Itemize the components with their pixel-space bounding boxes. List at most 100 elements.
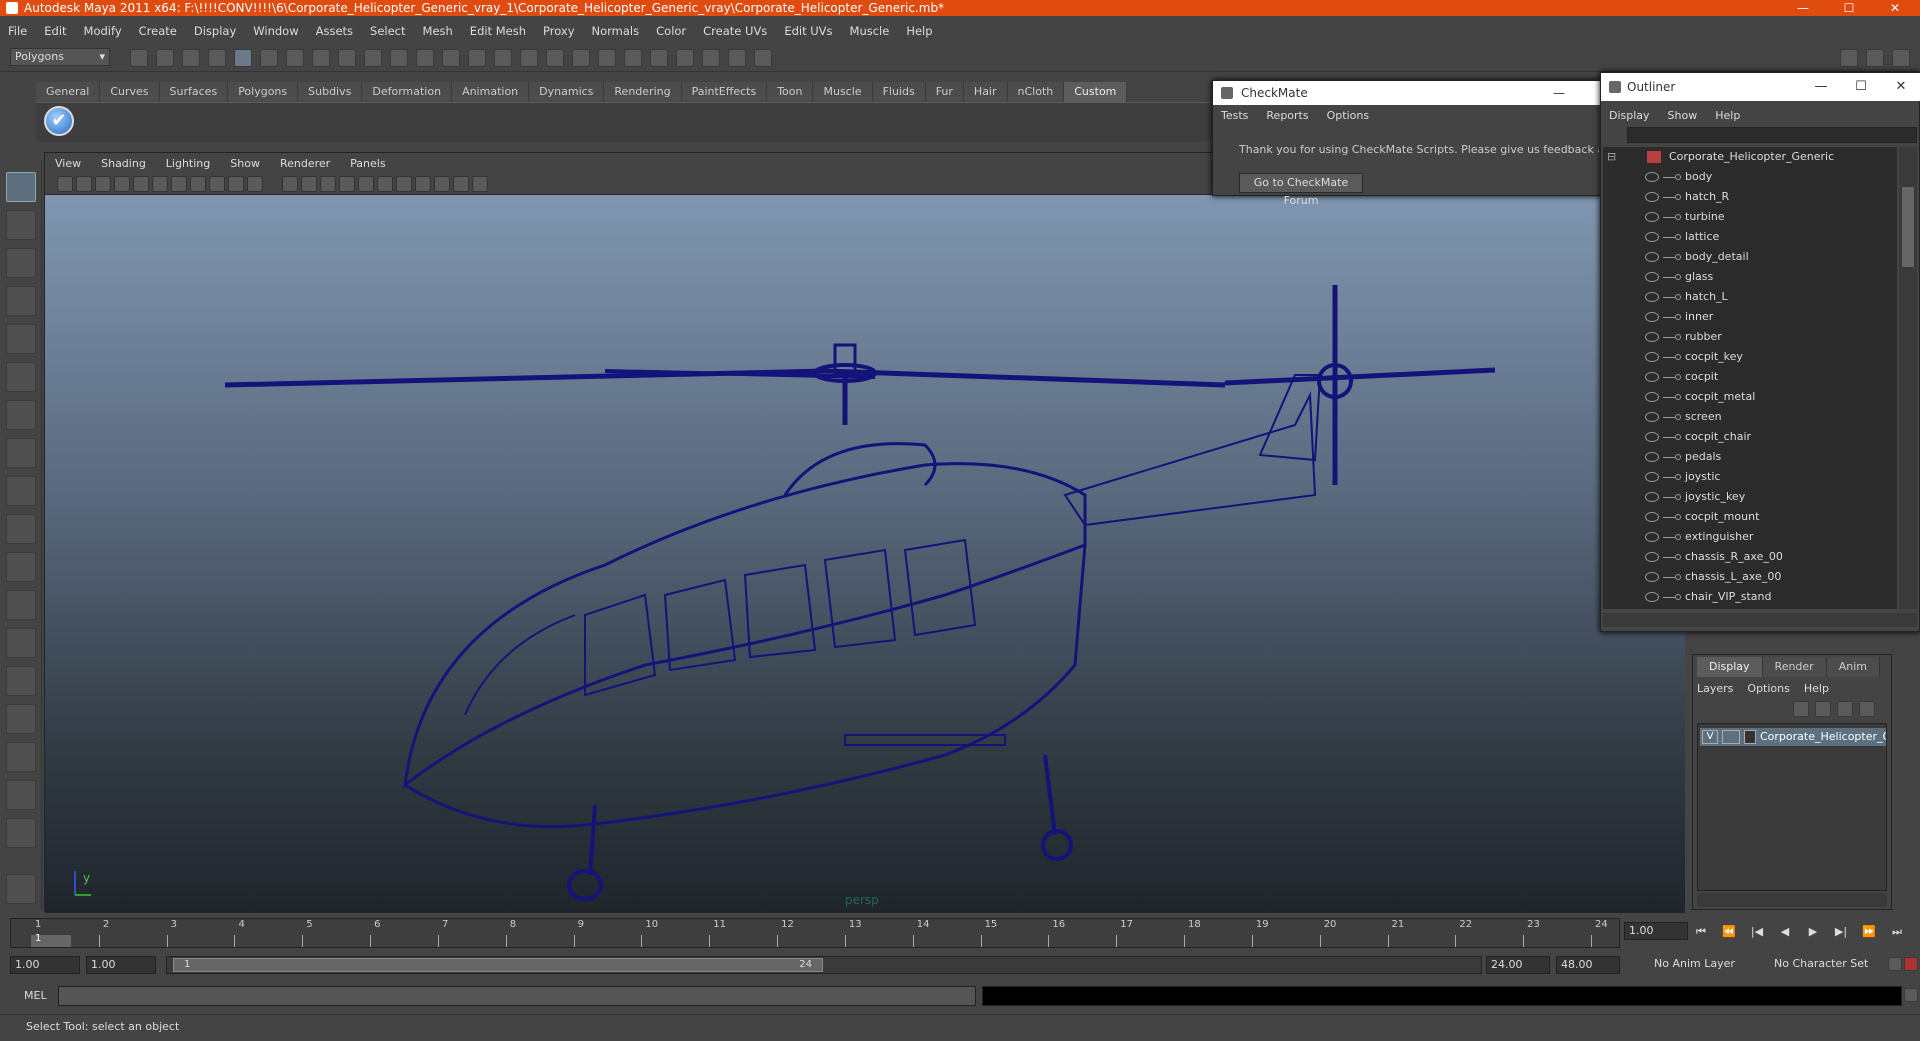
rotate-tool-icon[interactable]	[6, 324, 36, 354]
layer-new-icon[interactable]	[1815, 701, 1831, 717]
outliner-item[interactable]: lattice	[1603, 227, 1897, 247]
snap-point-icon[interactable]	[364, 49, 382, 67]
show-tool-settings-icon[interactable]	[702, 49, 720, 67]
command-input[interactable]	[58, 986, 976, 1006]
safe-title-icon[interactable]	[247, 176, 263, 192]
layer-menu-help[interactable]: Help	[1804, 682, 1829, 695]
outliner-pane-icon[interactable]	[6, 628, 36, 658]
viewport-menu-show[interactable]: Show	[230, 157, 260, 170]
shelf-tab-fluids[interactable]: Fluids	[872, 82, 926, 102]
key-icon[interactable]	[1888, 957, 1902, 971]
xray-icon[interactable]	[434, 176, 450, 192]
select-hierarchy-icon[interactable]	[208, 49, 226, 67]
checkmate-menu-tests[interactable]: Tests	[1221, 109, 1248, 122]
single-pane-icon[interactable]	[6, 552, 36, 582]
shelf-tab-rendering[interactable]: Rendering	[604, 82, 682, 102]
outliner-item[interactable]: screen	[1603, 407, 1897, 427]
outliner-menu-show[interactable]: Show	[1668, 109, 1698, 122]
shelf-tab-painteffects[interactable]: PaintEffects	[681, 82, 768, 102]
step-forward-frame-button[interactable]: ▶|	[1832, 924, 1850, 940]
menu-display[interactable]: Display	[194, 24, 236, 38]
show-manip-icon[interactable]	[6, 476, 36, 506]
menu-modify[interactable]: Modify	[84, 24, 122, 38]
wire-on-shaded-icon[interactable]	[339, 176, 355, 192]
backface-cull-icon[interactable]	[472, 176, 488, 192]
snap-plane-icon[interactable]	[390, 49, 408, 67]
scene-view[interactable]: y persp	[45, 195, 1685, 913]
field-chart-icon[interactable]	[209, 176, 225, 192]
viewport-menu-panels[interactable]: Panels	[350, 157, 385, 170]
menu-assets[interactable]: Assets	[316, 24, 353, 38]
shelf-tab-surfaces[interactable]: Surfaces	[159, 82, 229, 102]
anim-end-field[interactable]: 24.00	[1486, 956, 1550, 974]
maximize-button[interactable]: ☐	[1826, 0, 1872, 16]
construction-history-icon[interactable]	[520, 49, 538, 67]
snap-live-icon[interactable]	[416, 49, 434, 67]
render-view-icon[interactable]	[546, 49, 564, 67]
outliner-scrollbar[interactable]	[1899, 147, 1917, 609]
panel-layout-double-icon[interactable]	[1866, 49, 1884, 67]
anim-start-field[interactable]: 1.00	[86, 956, 156, 974]
range-slider-thumb[interactable]: 1 24	[173, 958, 823, 972]
outliner-item[interactable]: hatch_R	[1603, 187, 1897, 207]
show-layers-icon[interactable]	[754, 49, 772, 67]
persp-outliner-icon[interactable]	[6, 742, 36, 772]
xray-joints-icon[interactable]	[453, 176, 469, 192]
viewport-menu-renderer[interactable]: Renderer	[280, 157, 330, 170]
select-object-icon[interactable]	[234, 49, 252, 67]
output-ops-icon[interactable]	[494, 49, 512, 67]
menu-mesh[interactable]: Mesh	[423, 24, 453, 38]
layer-color-swatch[interactable]	[1744, 730, 1756, 744]
outliner-item[interactable]: chair_VIP_stand	[1603, 587, 1897, 607]
outliner-scroll-thumb[interactable]	[1902, 187, 1914, 267]
wireframe-icon[interactable]	[282, 176, 298, 192]
menu-create[interactable]: Create	[139, 24, 177, 38]
outliner-item[interactable]: rubber	[1603, 327, 1897, 347]
play-backwards-button[interactable]: ◀	[1776, 924, 1794, 940]
outliner-minimize-button[interactable]: —	[1801, 73, 1841, 101]
layer-hscrollbar[interactable]	[1697, 893, 1887, 907]
select-component-icon[interactable]	[260, 49, 278, 67]
layer-visibility-toggle[interactable]: V	[1702, 730, 1718, 744]
script-editor-icon[interactable]	[1904, 988, 1918, 1002]
outliner-item[interactable]: joystic_key	[1603, 487, 1897, 507]
lock-selection-icon[interactable]	[286, 49, 304, 67]
close-button[interactable]: ✕	[1872, 0, 1918, 16]
menu-normals[interactable]: Normals	[592, 24, 640, 38]
bookmark-icon[interactable]	[95, 176, 111, 192]
layer-add-selected-icon[interactable]	[1837, 701, 1853, 717]
anim-layer-select[interactable]: No Anim Layer	[1650, 956, 1760, 974]
collapse-icon[interactable]	[6, 818, 36, 848]
outliner-item[interactable]: inner	[1603, 307, 1897, 327]
shelf-tab-ncloth[interactable]: nCloth	[1007, 82, 1065, 102]
step-back-frame-button[interactable]: |◀	[1748, 924, 1766, 940]
menu-muscle[interactable]: Muscle	[850, 24, 890, 38]
hypergraph-pane-icon[interactable]	[6, 704, 36, 734]
scale-tool-icon[interactable]	[6, 362, 36, 392]
render-icon[interactable]	[572, 49, 590, 67]
outliner-item[interactable]: chassis_R_axe_00	[1603, 547, 1897, 567]
shelf-tab-hair[interactable]: Hair	[963, 82, 1008, 102]
time-slider[interactable]: 1 2 3 4 5 6 7 8 9 10 11 12 13 14 15 16 17 18 19 20 21 22 23 24 1	[10, 918, 1620, 948]
shelf-tab-dynamics[interactable]: Dynamics	[529, 82, 605, 102]
shadows-icon[interactable]	[396, 176, 412, 192]
minimize-button[interactable]: —	[1780, 0, 1826, 16]
snap-grid-icon[interactable]	[312, 49, 330, 67]
checkmate-menu-options[interactable]: Options	[1327, 109, 1369, 122]
outliner-window[interactable]: Outliner — ☐ ✕ Display Show Help ⊟ Corporat…	[1600, 72, 1920, 632]
show-attributes-icon[interactable]	[676, 49, 694, 67]
menu-edit[interactable]: Edit	[44, 24, 66, 38]
outliner-item[interactable]: glass	[1603, 267, 1897, 287]
textured-icon[interactable]	[358, 176, 374, 192]
layer-menu-options[interactable]: Options	[1747, 682, 1789, 695]
safe-action-icon[interactable]	[228, 176, 244, 192]
shelf-tab-subdivs[interactable]: Subdivs	[298, 82, 363, 102]
camera-select-icon[interactable]	[57, 176, 73, 192]
menu-set-select[interactable]: Polygons ▾	[10, 48, 110, 66]
end-time-field[interactable]: 48.00	[1556, 956, 1620, 974]
layer-menu-layers[interactable]: Layers	[1697, 682, 1733, 695]
lasso-tool-icon[interactable]	[6, 210, 36, 240]
soft-mod-icon[interactable]	[6, 438, 36, 468]
outliner-item[interactable]: turbine	[1603, 207, 1897, 227]
menu-create-uvs[interactable]: Create UVs	[703, 24, 767, 38]
